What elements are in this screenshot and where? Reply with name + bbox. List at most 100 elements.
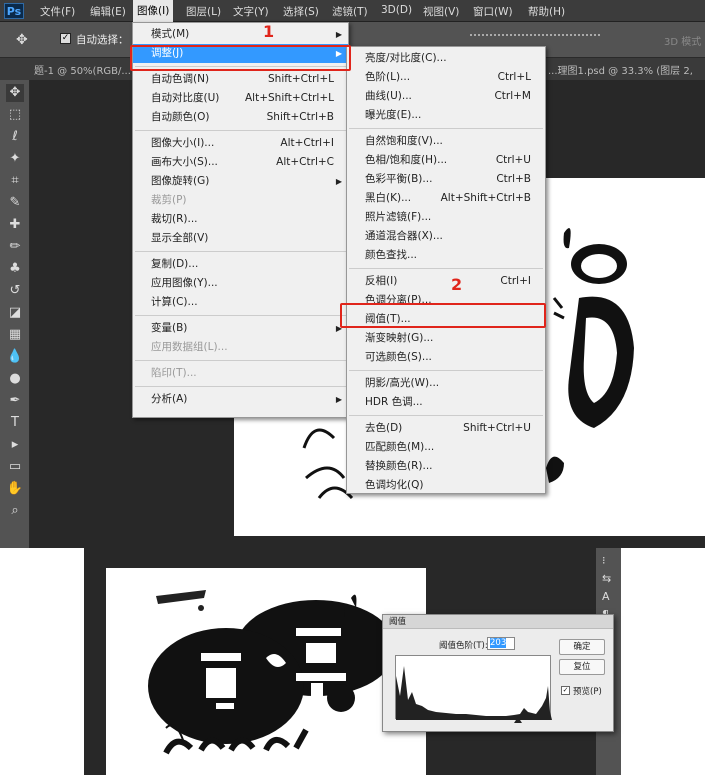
- move-tool-icon[interactable]: ✥: [6, 84, 24, 102]
- adjust-menu-item[interactable]: 反相(I) Ctrl+I: [347, 272, 545, 291]
- adjust-menu-item[interactable]: 色阶(L)... Ctrl+L: [347, 68, 545, 87]
- adjust-menu-item-label: 色彩平衡(B)...: [365, 173, 433, 185]
- image-menu-item-label: 裁切(R)...: [151, 213, 198, 225]
- threshold-level-input[interactable]: 203: [487, 637, 515, 650]
- annotation-box-2: [340, 303, 546, 328]
- panel-adjust-icon[interactable]: ⇆: [602, 572, 611, 585]
- image-menu-item: 裁剪(P): [133, 191, 348, 210]
- adjust-menu-item[interactable]: 渐变映射(G)...: [347, 329, 545, 348]
- menu-3d[interactable]: 3D(D): [381, 4, 412, 16]
- move-icon[interactable]: ✥: [16, 32, 28, 48]
- image-menu-item[interactable]: 变量(B) ▶: [133, 319, 348, 338]
- blur-tool-icon[interactable]: 💧: [6, 348, 24, 366]
- histogram[interactable]: [395, 655, 552, 720]
- adjust-menu-item[interactable]: 自然饱和度(V)...: [347, 132, 545, 151]
- path-select-icon[interactable]: ▸: [6, 436, 24, 454]
- image-menu-item[interactable]: 图像大小(I)... Alt+Ctrl+I: [133, 134, 348, 153]
- threshold-slider-handle[interactable]: [514, 717, 522, 723]
- adjust-menu-item[interactable]: 色调均化(Q): [347, 476, 545, 495]
- adjust-menu-item-label: 去色(D): [365, 422, 403, 434]
- menu-filter[interactable]: 滤镜(T): [332, 4, 368, 19]
- panel-options-icon[interactable]: ⁝: [602, 554, 606, 567]
- marquee-tool-icon[interactable]: ⬚: [6, 106, 24, 124]
- toolbox: ✥ ⬚ ℓ ✦ ⌗ ✎ ✚ ✏ ♣ ↺ ◪ ▦ 💧 ● ✒ T ▸ ▭ ✋ ⌕: [0, 80, 30, 548]
- image-menu-item[interactable]: 画布大小(S)... Alt+Ctrl+C: [133, 153, 348, 172]
- image-menu-item-label: 显示全部(V): [151, 232, 209, 244]
- image-menu-item-label: 图像旋转(G): [151, 175, 210, 187]
- shape-tool-icon[interactable]: ▭: [6, 458, 24, 476]
- annotation-box-1: [130, 45, 351, 71]
- dodge-tool-icon[interactable]: ●: [6, 370, 24, 388]
- image-menu-item[interactable]: 自动色调(N) Shift+Ctrl+L: [133, 70, 348, 89]
- menu-image[interactable]: 图像(I): [133, 0, 174, 22]
- adjust-menu-item[interactable]: 阴影/高光(W)...: [347, 374, 545, 393]
- image-menu-item[interactable]: 显示全部(V): [133, 229, 348, 248]
- eraser-icon[interactable]: ◪: [6, 304, 24, 322]
- adjust-menu-item[interactable]: 可选颜色(S)...: [347, 348, 545, 367]
- adjust-menu-item[interactable]: 通道混合器(X)...: [347, 227, 545, 246]
- image-menu-item[interactable]: 分析(A) ▶: [133, 390, 348, 409]
- adjust-menu-item[interactable]: 色相/饱和度(H)... Ctrl+U: [347, 151, 545, 170]
- panel-character-icon[interactable]: A: [602, 590, 610, 603]
- gradient-tool-icon[interactable]: ▦: [6, 326, 24, 344]
- image-menu-item[interactable]: 自动对比度(U) Alt+Shift+Ctrl+L: [133, 89, 348, 108]
- menu-window[interactable]: 窗口(W): [473, 4, 513, 19]
- image-menu-item[interactable]: 裁切(R)...: [133, 210, 348, 229]
- menu-help[interactable]: 帮助(H): [528, 4, 565, 19]
- auto-select-checkbox[interactable]: ✓: [60, 33, 71, 44]
- tab-document-1[interactable]: 题-1 @ 50%(RGB/...: [34, 62, 131, 77]
- menu-bar: Ps 文件(F) 编辑(E) 图像(I) 图层(L) 文字(Y) 选择(S) 滤…: [0, 0, 705, 22]
- adjust-menu-item[interactable]: 色彩平衡(B)... Ctrl+B: [347, 170, 545, 189]
- magic-wand-icon[interactable]: ✦: [6, 150, 24, 168]
- menu-file[interactable]: 文件(F): [40, 4, 75, 19]
- brush-tool-icon[interactable]: ✏: [6, 238, 24, 256]
- image-menu-item[interactable]: 计算(C)...: [133, 293, 348, 312]
- type-tool-icon[interactable]: T: [6, 414, 24, 432]
- adjust-menu-item-label: 亮度/对比度(C)...: [365, 52, 447, 64]
- document-canvas-2[interactable]: [106, 568, 426, 775]
- pen-tool-icon[interactable]: ✒: [6, 392, 24, 410]
- image-menu-item-label: 画布大小(S)...: [151, 156, 218, 168]
- image-menu-item[interactable]: 自动颜色(O) Shift+Ctrl+B: [133, 108, 348, 127]
- hand-tool-icon[interactable]: ✋: [6, 480, 24, 498]
- history-brush-icon[interactable]: ↺: [6, 282, 24, 300]
- adjust-menu-item[interactable]: 曝光度(E)...: [347, 106, 545, 125]
- preview-checkbox[interactable]: ✓: [561, 686, 570, 695]
- menu-view[interactable]: 视图(V): [423, 4, 459, 19]
- menu-edit[interactable]: 编辑(E): [90, 4, 126, 19]
- adjust-menu-item[interactable]: 亮度/对比度(C)...: [347, 49, 545, 68]
- image-menu-item[interactable]: 图像旋转(G) ▶: [133, 172, 348, 191]
- image-menu-item[interactable]: 模式(M) ▶: [133, 25, 348, 44]
- eyedropper-icon[interactable]: ✎: [6, 194, 24, 212]
- healing-brush-icon[interactable]: ✚: [6, 216, 24, 234]
- adjust-menu-item-shortcut: Ctrl+M: [494, 90, 531, 102]
- adjust-menu-item[interactable]: 颜色查找...: [347, 246, 545, 265]
- menu-type[interactable]: 文字(Y): [233, 4, 269, 19]
- crop-tool-icon[interactable]: ⌗: [6, 172, 24, 190]
- adjust-menu-item-label: 阴影/高光(W)...: [365, 377, 440, 389]
- lasso-tool-icon[interactable]: ℓ: [6, 128, 24, 146]
- adjust-menu-item[interactable]: 曲线(U)... Ctrl+M: [347, 87, 545, 106]
- adjust-menu-item[interactable]: HDR 色调...: [347, 393, 545, 412]
- adjust-menu-item-label: 自然饱和度(V)...: [365, 135, 443, 147]
- menu-select[interactable]: 选择(S): [283, 4, 319, 19]
- image-menu-item-label: 应用数据组(L)...: [151, 341, 228, 353]
- submenu-arrow-icon: ▶: [335, 177, 342, 186]
- image-menu-item[interactable]: 应用图像(Y)...: [133, 274, 348, 293]
- adjust-menu-item[interactable]: 去色(D) Shift+Ctrl+U: [347, 419, 545, 438]
- zoom-tool-icon[interactable]: ⌕: [6, 502, 24, 520]
- threshold-level-value: 203: [490, 638, 507, 648]
- adjust-menu-item[interactable]: 黑白(K)... Alt+Shift+Ctrl+B: [347, 189, 545, 208]
- adjust-menu-item[interactable]: 匹配颜色(M)...: [347, 438, 545, 457]
- adjust-menu-item-shortcut: Alt+Shift+Ctrl+B: [440, 192, 531, 204]
- image-menu-item-label: 模式(M): [151, 28, 190, 40]
- adjust-menu-item[interactable]: 替换颜色(R)...: [347, 457, 545, 476]
- menu-layer[interactable]: 图层(L): [186, 4, 221, 19]
- image-menu-item-label: 应用图像(Y)...: [151, 277, 218, 289]
- reset-button[interactable]: 复位: [559, 659, 605, 675]
- adjust-menu-item[interactable]: 照片滤镜(F)...: [347, 208, 545, 227]
- align-icons[interactable]: [470, 34, 600, 44]
- stamp-tool-icon[interactable]: ♣: [6, 260, 24, 278]
- image-menu-item[interactable]: 复制(D)...: [133, 255, 348, 274]
- ok-button[interactable]: 确定: [559, 639, 605, 655]
